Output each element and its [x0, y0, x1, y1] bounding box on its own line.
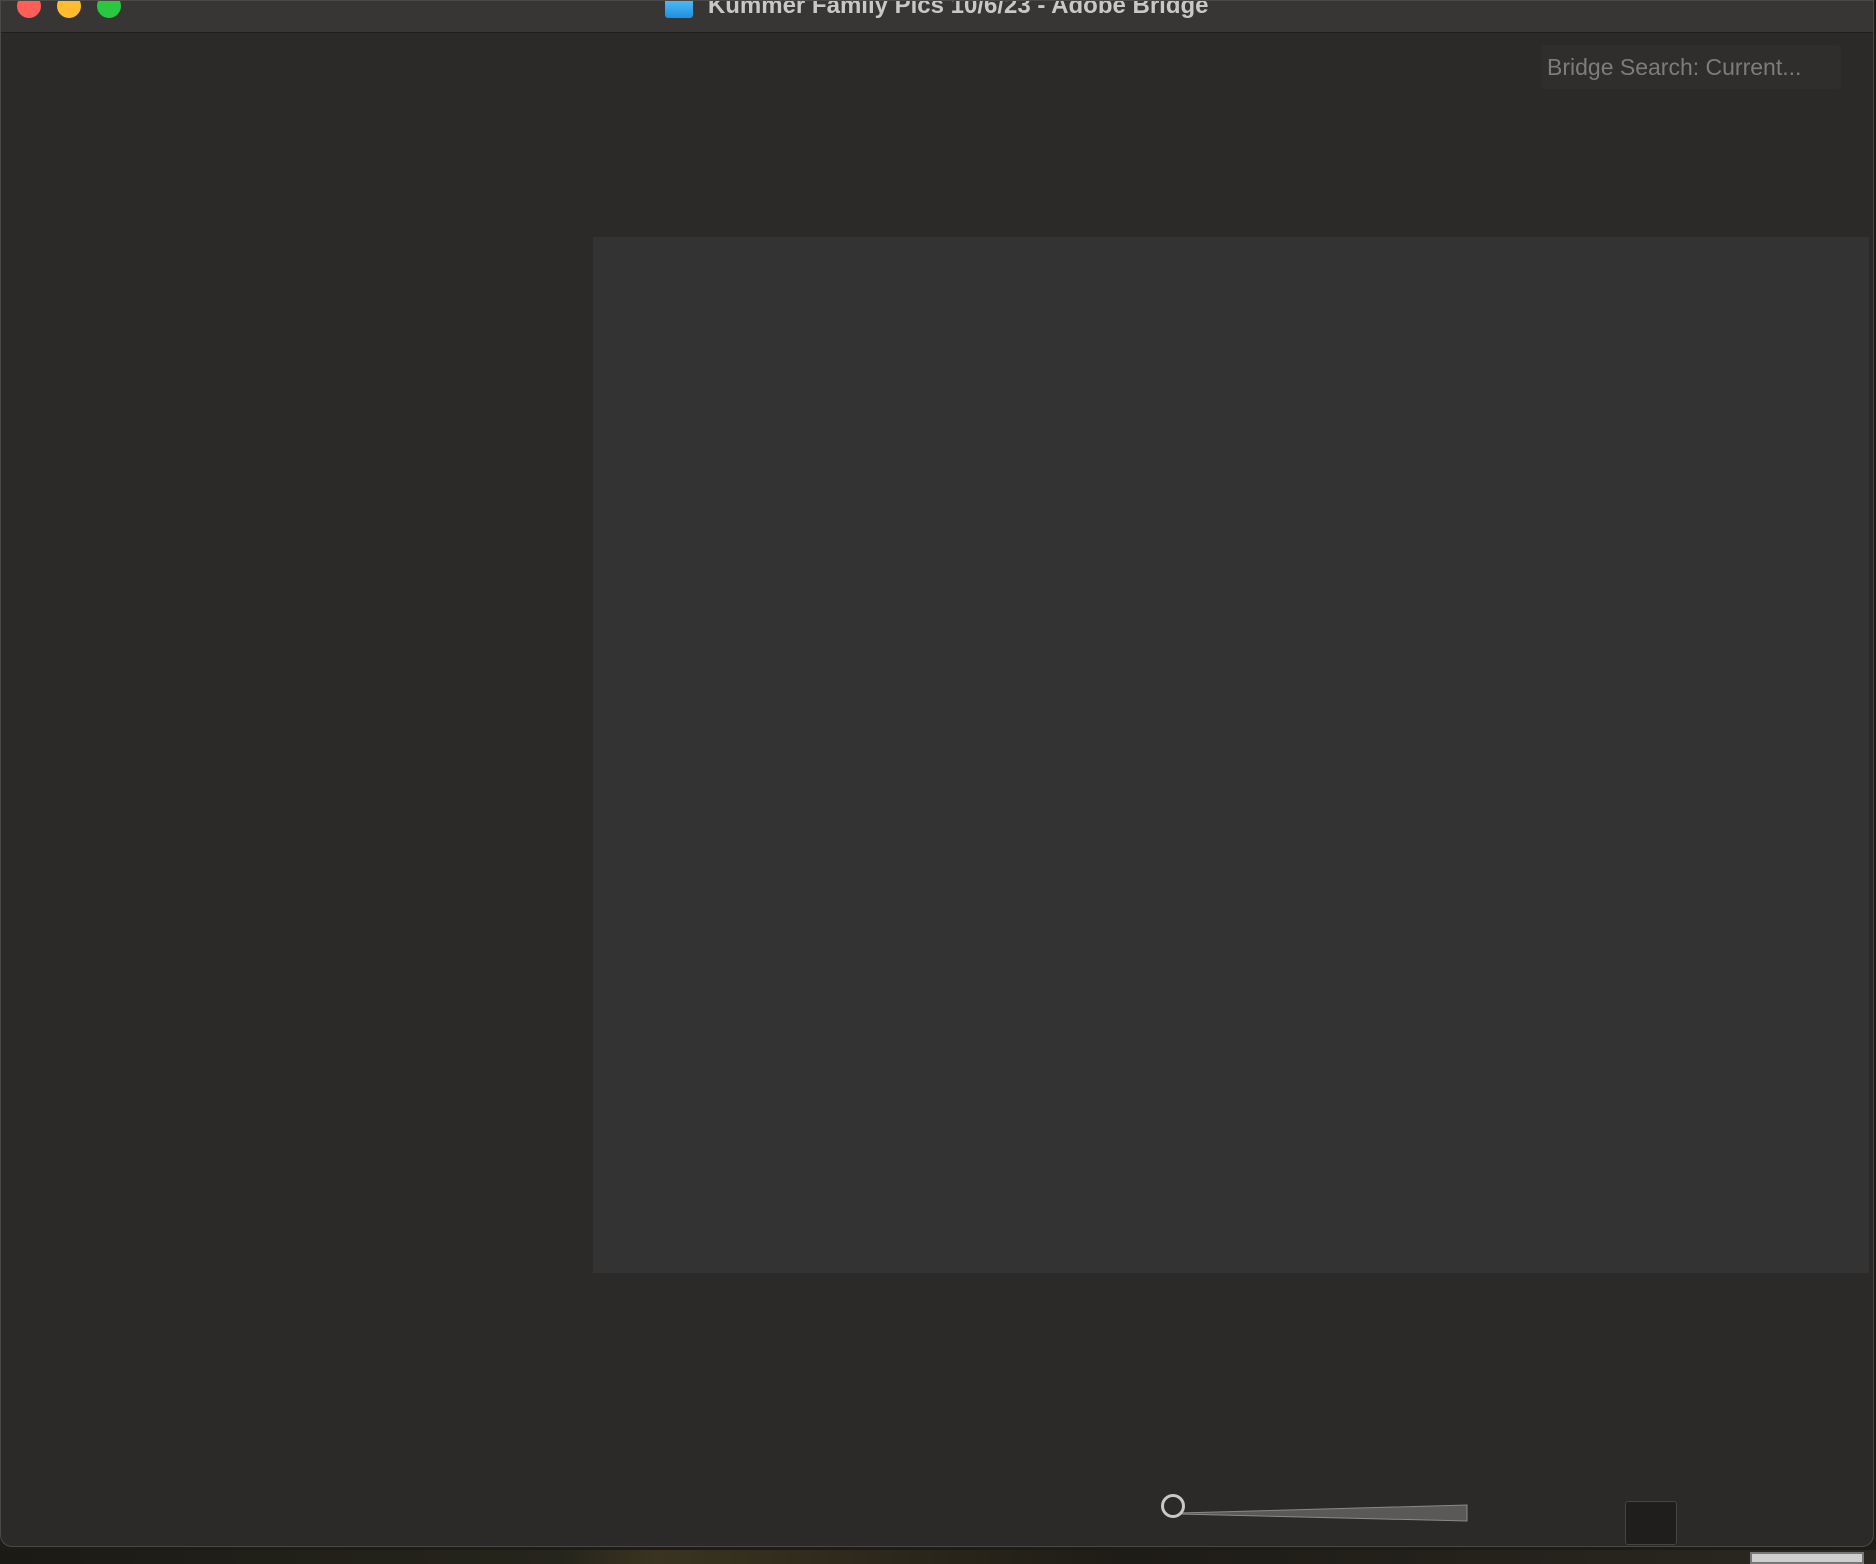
window-title-group: Kummer Family Pics 10/6/23 - Adobe Bridg…: [1, 0, 1873, 20]
desktop-thumbnail: [1750, 1552, 1864, 1564]
title-bar[interactable]: Kummer Family Pics 10/6/23 - Adobe Bridg…: [1, 1, 1873, 33]
window-title: Kummer Family Pics 10/6/23 - Adobe Bridg…: [707, 0, 1209, 19]
search-input[interactable]: Bridge Search: Current...: [1541, 45, 1841, 89]
view-mode-button[interactable]: [1625, 1501, 1677, 1545]
bottom-bar: [1, 1481, 1873, 1545]
slider-knob[interactable]: [1161, 1494, 1185, 1518]
folder-icon: [665, 1, 694, 18]
bridge-window: Kummer Family Pics 10/6/23 - Adobe Bridg…: [0, 0, 1874, 1547]
slider-track[interactable]: [1173, 1493, 1473, 1533]
content-panel[interactable]: [593, 237, 1869, 1273]
thumbnail-size-slider[interactable]: [1161, 1493, 1468, 1533]
desktop-background: [0, 1550, 1876, 1564]
